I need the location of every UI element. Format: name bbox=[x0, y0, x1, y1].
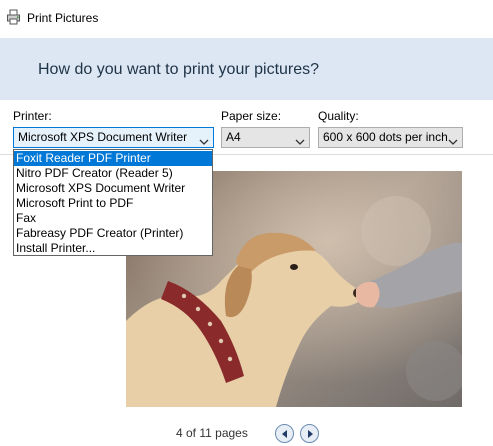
printer-option[interactable]: Microsoft Print to PDF bbox=[14, 196, 212, 211]
window-title: Print Pictures bbox=[27, 11, 99, 25]
printer-select-value: Microsoft XPS Document Writer bbox=[18, 130, 188, 144]
page-indicator: 4 of 11 pages bbox=[176, 426, 248, 440]
printer-select[interactable]: Microsoft XPS Document Writer bbox=[13, 127, 214, 148]
paper-size-value: A4 bbox=[226, 130, 241, 144]
quality-label: Quality: bbox=[318, 109, 359, 123]
printer-option[interactable]: Install Printer... bbox=[14, 241, 212, 256]
printer-dropdown-list[interactable]: Foxit Reader PDF Printer Nitro PDF Creat… bbox=[13, 149, 213, 256]
chevron-down-icon bbox=[295, 133, 305, 145]
quality-value: 600 x 600 dots per inch bbox=[323, 130, 448, 144]
printer-icon bbox=[6, 9, 22, 25]
paper-size-label: Paper size: bbox=[221, 109, 282, 123]
printer-option[interactable]: Fax bbox=[14, 211, 212, 226]
title-bar: Print Pictures bbox=[0, 0, 493, 36]
paper-size-select[interactable]: A4 bbox=[221, 127, 310, 148]
arrow-right-icon bbox=[308, 430, 313, 438]
header-question: How do you want to print your pictures? bbox=[38, 61, 320, 78]
arrow-left-icon bbox=[282, 430, 287, 438]
printer-option[interactable]: Nitro PDF Creator (Reader 5) bbox=[14, 166, 212, 181]
printer-option[interactable]: Fabreasy PDF Creator (Printer) bbox=[14, 226, 212, 241]
chevron-down-icon bbox=[448, 133, 458, 145]
previous-page-button[interactable] bbox=[275, 424, 294, 443]
printer-label: Printer: bbox=[13, 109, 52, 123]
printer-option[interactable]: Foxit Reader PDF Printer bbox=[14, 151, 212, 166]
printer-option[interactable]: Microsoft XPS Document Writer bbox=[14, 181, 212, 196]
next-page-button[interactable] bbox=[300, 424, 319, 443]
quality-select[interactable]: 600 x 600 dots per inch bbox=[318, 127, 463, 148]
chevron-down-icon bbox=[199, 133, 209, 145]
wizard-header: How do you want to print your pictures? bbox=[0, 38, 493, 100]
